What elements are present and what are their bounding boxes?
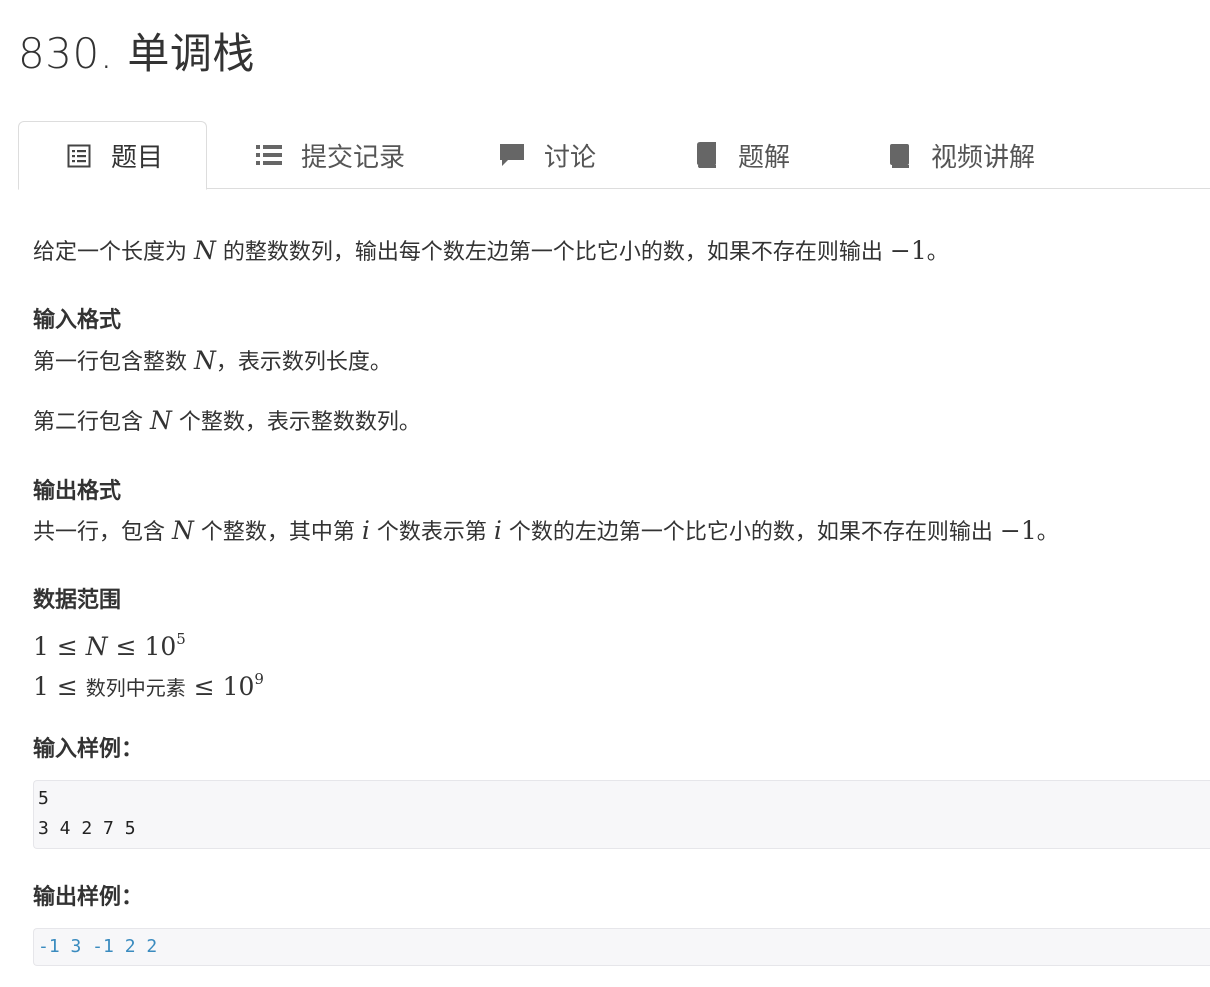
tab-video[interactable]: 视频讲解 — [885, 121, 1035, 189]
page-title: 830. 单调栈 — [18, 29, 255, 78]
input-format-line1: 第一行包含整数 N，表示数列长度。 — [33, 346, 392, 375]
code-line: 5 — [38, 788, 49, 809]
sample-input-heading: 输入样例： — [33, 737, 144, 762]
output-format-description: 共一行，包含 N 个整数，其中第 i 个数表示第 i 个数的左边第一个比它小的数… — [33, 516, 1059, 545]
data-range-line2: 1 ≤ 数列中元素 ≤ 109 — [33, 670, 264, 701]
tab-submissions[interactable]: 提交记录 — [255, 121, 405, 189]
comment-icon — [498, 141, 526, 169]
tab-label: 讨论 — [544, 142, 597, 173]
document-list-icon — [65, 142, 93, 170]
data-range-heading: 数据范围 — [33, 588, 122, 613]
data-range-line1: 1 ≤ N ≤ 105 — [33, 630, 186, 661]
sample-output-block[interactable]: -1 3 -1 2 2 — [33, 928, 1210, 966]
code-line: -1 3 -1 2 2 — [38, 936, 158, 957]
output-format-heading: 输出格式 — [33, 479, 122, 504]
sample-input-block[interactable]: 5 3 4 2 7 5 — [33, 780, 1210, 849]
book-icon — [885, 141, 913, 169]
book-icon — [692, 141, 720, 169]
tab-label: 题解 — [738, 142, 791, 173]
input-format-line2: 第二行包含 N 个整数，表示整数数列。 — [33, 406, 421, 435]
tab-solutions[interactable]: 题解 — [692, 121, 790, 189]
tab-discussion[interactable]: 讨论 — [498, 121, 596, 189]
tab-bar: 题目 提交记录 讨论 题解 视频讲解 — [18, 121, 1210, 190]
tab-problem[interactable]: 题目 — [18, 121, 207, 190]
tab-label: 视频讲解 — [931, 142, 1036, 173]
list-icon — [255, 141, 283, 169]
tab-label: 提交记录 — [301, 142, 406, 173]
problem-description: 给定一个长度为 N 的整数数列，输出每个数左边第一个比它小的数，如果不存在则输出… — [33, 236, 949, 265]
tab-label: 题目 — [111, 143, 164, 173]
code-line: 3 4 2 7 5 — [38, 818, 136, 839]
input-format-heading: 输入格式 — [33, 308, 122, 333]
sample-output-heading: 输出样例： — [33, 885, 144, 910]
